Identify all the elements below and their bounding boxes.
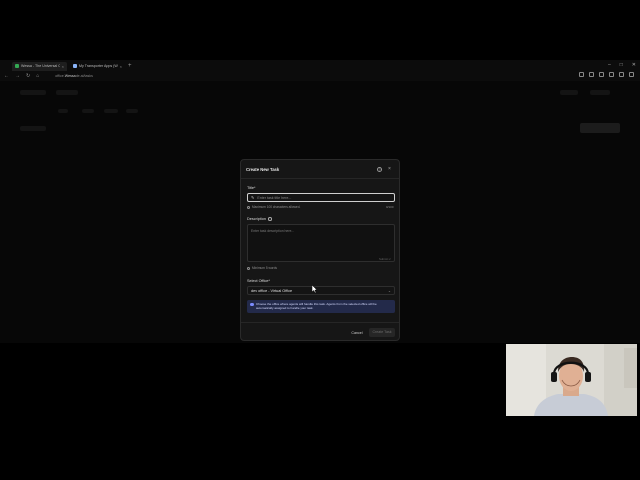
page-filter	[126, 109, 138, 113]
chevron-down-icon: ⌄	[387, 288, 391, 293]
info-icon	[250, 302, 254, 307]
tab-bar: Wessa - The Universal Connec × My Transp…	[0, 61, 640, 71]
page-filter	[82, 109, 94, 113]
tab-title: My Transporter Apps (WEMOP)	[79, 64, 118, 68]
title-input[interactable]: ✎ Enter task title here...	[247, 193, 395, 202]
extension-icon[interactable]	[579, 72, 584, 77]
create-task-modal: Create New Task ? × Title* ✎ Enter task …	[240, 159, 400, 341]
tab-transporter[interactable]: My Transporter Apps (WEMOP) ×	[70, 62, 125, 71]
page-section-title	[20, 126, 46, 131]
extension-icon[interactable]	[589, 72, 594, 77]
description-submit-hint: Submit ↵	[379, 257, 391, 261]
reload-button[interactable]: ↻	[26, 73, 30, 79]
info-icon[interactable]	[268, 217, 272, 221]
transporter-favicon-icon	[73, 64, 77, 68]
url-domain: Wessa	[64, 74, 76, 78]
address-bar[interactable]: office.Wessade.ai/tasks	[55, 74, 93, 78]
navigation-bar: ← → ↻ ⌂ office.Wessade.ai/tasks	[0, 71, 640, 81]
home-button[interactable]: ⌂	[36, 73, 39, 79]
title-hint: Maximum 100 characters allowed.	[247, 205, 300, 209]
presenter-image	[506, 344, 637, 416]
page-logo	[20, 90, 46, 95]
description-hint-text: Minimum 5 words	[252, 266, 277, 270]
title-placeholder: Enter task title here...	[257, 195, 292, 200]
pencil-icon: ✎	[251, 195, 255, 200]
url-rest: de.ai/tasks	[75, 74, 93, 78]
description-hint: Minimum 5 words	[247, 266, 277, 270]
new-tab-button[interactable]: +	[128, 63, 132, 69]
page-header-button	[560, 90, 578, 95]
window-controls: – □ ✕	[608, 62, 636, 68]
menu-icon[interactable]	[629, 72, 634, 77]
extension-icon[interactable]	[609, 72, 614, 77]
office-select-value: dev office - Virtual Office	[251, 288, 293, 293]
title-char-counter: 0/100	[386, 205, 394, 209]
screen-frame: Wessa - The Universal Connec × My Transp…	[0, 0, 640, 480]
page-header-button	[590, 90, 610, 95]
description-label-text: Description	[247, 217, 266, 221]
modal-footer-divider	[241, 322, 399, 323]
forward-button[interactable]: →	[15, 73, 20, 79]
mouse-cursor-icon	[312, 285, 318, 294]
info-icon	[247, 266, 250, 270]
office-info-box: Choose the office where agents will hand…	[247, 300, 395, 313]
page-nav-item	[56, 90, 78, 95]
description-placeholder: Enter task description here...	[251, 229, 295, 233]
extension-icon[interactable]	[599, 72, 604, 77]
office-label: Select Office*	[247, 279, 270, 283]
title-hint-text: Maximum 100 characters allowed.	[252, 205, 301, 209]
wessa-favicon-icon	[15, 64, 19, 68]
cancel-button[interactable]: Cancel	[349, 329, 365, 337]
description-label: Description	[247, 217, 272, 221]
help-icon[interactable]: ?	[377, 167, 382, 172]
info-icon	[247, 205, 250, 209]
webcam-overlay	[506, 344, 637, 416]
close-icon[interactable]: ×	[388, 166, 391, 172]
tab-title: Wessa - The Universal Connec	[21, 64, 60, 68]
toolbar-icons	[579, 72, 634, 77]
create-task-button[interactable]: Create Task	[369, 328, 395, 337]
office-select[interactable]: dev office - Virtual Office ⌄	[247, 286, 395, 295]
modal-title: Create New Task	[246, 167, 280, 172]
tab-close-icon[interactable]: ×	[120, 64, 122, 69]
url-prefix: office.	[55, 74, 65, 78]
page-primary-button	[580, 123, 620, 133]
office-info-text: Choose the office where agents will hand…	[256, 302, 377, 310]
minimize-button[interactable]: –	[608, 62, 611, 68]
page-filter	[104, 109, 118, 113]
description-textarea[interactable]: Enter task description here... Submit ↵	[247, 224, 395, 262]
tab-close-icon[interactable]: ×	[62, 64, 64, 69]
tab-wessa[interactable]: Wessa - The Universal Connec ×	[12, 61, 67, 71]
modal-header: Create New Task ? ×	[241, 160, 399, 179]
page-filter	[58, 109, 68, 113]
back-button[interactable]: ←	[4, 73, 9, 79]
title-label: Title*	[247, 186, 256, 190]
extension-icon[interactable]	[619, 72, 624, 77]
close-window-button[interactable]: ✕	[632, 62, 636, 68]
maximize-button[interactable]: □	[620, 62, 623, 68]
